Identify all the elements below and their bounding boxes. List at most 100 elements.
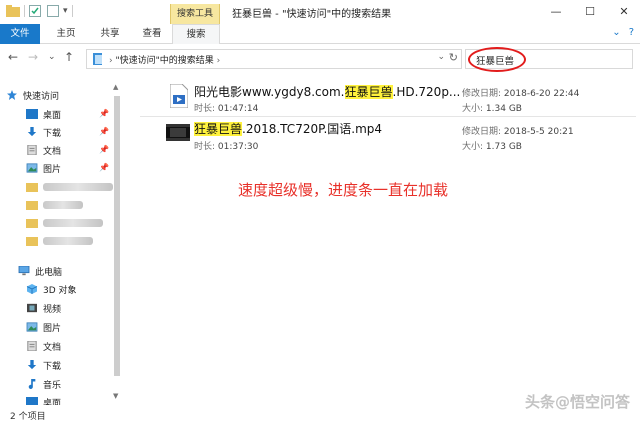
search-match-highlight: 狂暴巨兽 <box>194 122 243 136</box>
file-name: 狂暴巨兽.2018.TC720P.国语.mp4 <box>194 122 383 136</box>
file-modified: 修改日期: 2018-5-5 20:21 <box>462 127 574 137</box>
computer-icon <box>18 266 30 276</box>
tab-search[interactable]: 搜索 <box>172 24 220 44</box>
search-tools-context-tab: 搜索工具 <box>170 4 220 24</box>
nav-label: 下载 <box>43 128 62 139</box>
watermark: 头条@悟空问答 <box>524 393 630 411</box>
title-bar: ▾ 搜索工具 狂暴巨兽 - "快速访问"中的搜索结果 — ☐ ✕ <box>0 0 640 24</box>
nav-quick-access[interactable]: 快速访问 <box>6 86 59 104</box>
ribbon-tabs: 文件 主页 共享 查看 搜索 ⌄ ? <box>0 24 640 44</box>
help-icon[interactable]: ? <box>629 27 634 38</box>
divider <box>24 5 25 17</box>
refresh-icon[interactable]: ↻ <box>449 51 458 64</box>
search-query: 狂暴巨兽 <box>476 56 515 67</box>
folder-icon <box>26 219 38 228</box>
list-item[interactable]: 狂暴巨兽.2018.TC720P.国语.mp4 时长: 01:37:30 修改日… <box>160 117 632 161</box>
file-duration: 时长: 01:37:30 <box>194 142 259 152</box>
quick-access-toolbar: ▾ <box>6 5 77 17</box>
item-count: 2 个项目 <box>10 412 46 422</box>
navigation-pane: 快速访问 桌面 📌 下载 📌 文档 📌 图片 📌 此电脑 3D 对象 视频 图片… <box>0 80 124 409</box>
tab-file[interactable]: 文件 <box>0 24 40 44</box>
close-button[interactable]: ✕ <box>610 2 638 22</box>
video-icon <box>27 303 37 313</box>
tab-share[interactable]: 共享 <box>92 24 128 44</box>
blurred-label <box>43 219 103 227</box>
nav-item-redacted-folder[interactable] <box>26 178 113 196</box>
video-file-icon <box>170 84 188 108</box>
pin-icon: 📌 <box>99 109 109 118</box>
tab-view[interactable]: 查看 <box>134 24 170 44</box>
back-arrow-icon[interactable]: ← <box>8 50 18 64</box>
blurred-label <box>43 183 113 191</box>
breadcrumb-arrow-icon[interactable]: › <box>217 56 221 66</box>
breadcrumb[interactable]: "快速访问"中的搜索结果 <box>115 56 213 66</box>
file-size: 大小: 1.34 GB <box>462 104 522 114</box>
picture-icon <box>26 322 38 332</box>
nav-item-desktop[interactable]: 桌面 <box>26 105 61 123</box>
new-folder-icon[interactable] <box>47 5 59 17</box>
nav-item-redacted-folder[interactable] <box>26 196 83 214</box>
nav-item-downloads[interactable]: 下载 <box>26 123 61 141</box>
folder-icon <box>26 237 38 246</box>
nav-label: 音乐 <box>43 380 62 391</box>
blurred-label <box>43 237 93 245</box>
nav-item-downloads-pc[interactable]: 下载 <box>26 356 61 374</box>
nav-label: 图片 <box>43 323 62 334</box>
customize-chevron-icon[interactable]: ▾ <box>63 6 68 16</box>
scroll-up-icon[interactable]: ▲ <box>113 83 118 91</box>
nav-item-3d-objects[interactable]: 3D 对象 <box>26 280 77 298</box>
nav-this-pc[interactable]: 此电脑 <box>18 262 62 280</box>
address-row: ← → ⌄ ↑ › "快速访问"中的搜索结果 › ⌄ ↻ 狂暴巨兽 <box>0 46 640 72</box>
video-thumbnail-icon <box>166 124 190 141</box>
nav-label: 文档 <box>43 342 62 353</box>
blurred-label <box>43 201 83 209</box>
nav-item-redacted-folder[interactable] <box>26 232 93 250</box>
maximize-button[interactable]: ☐ <box>576 2 604 22</box>
tab-home[interactable]: 主页 <box>48 24 84 44</box>
nav-item-documents-pc[interactable]: 文档 <box>26 337 61 355</box>
nav-item-videos[interactable]: 视频 <box>26 299 61 317</box>
folder-icon[interactable] <box>6 5 20 17</box>
picture-icon <box>26 163 38 173</box>
expand-ribbon-chevron-icon[interactable]: ⌄ <box>612 27 620 38</box>
scrollbar-thumb[interactable] <box>114 96 120 376</box>
nav-scrollbar[interactable]: ▲ ▼ <box>112 83 122 402</box>
star-icon <box>7 90 17 100</box>
pin-icon: 📌 <box>99 127 109 136</box>
up-arrow-icon[interactable]: ↑ <box>64 50 74 64</box>
address-dropdown-icon[interactable]: ⌄ <box>437 52 445 62</box>
pin-icon: 📌 <box>99 163 109 172</box>
nav-item-pictures-pc[interactable]: 图片 <box>26 318 61 336</box>
recent-locations-chevron-icon[interactable]: ⌄ <box>48 52 56 62</box>
nav-item-redacted-folder[interactable] <box>26 214 103 232</box>
search-match-highlight: 狂暴巨兽 <box>344 85 393 99</box>
ribbon-controls: ⌄ ? <box>612 27 634 38</box>
properties-icon[interactable] <box>29 5 41 17</box>
nav-label: 文档 <box>43 146 62 157</box>
file-name: 阳光电影www.ygdy8.com.狂暴巨兽.HD.720p... <box>194 85 461 99</box>
search-input[interactable]: 狂暴巨兽 <box>465 47 633 72</box>
nav-label: 下载 <box>43 361 62 372</box>
nav-label: 桌面 <box>43 110 62 121</box>
address-bar[interactable]: › "快速访问"中的搜索结果 › ⌄ ↻ <box>86 49 462 69</box>
scroll-down-icon[interactable]: ▼ <box>113 392 118 400</box>
forward-arrow-icon[interactable]: → <box>28 50 38 64</box>
document-icon <box>27 341 37 351</box>
desktop-icon <box>26 109 38 119</box>
folder-icon <box>26 201 38 210</box>
nav-item-music[interactable]: 音乐 <box>26 375 61 393</box>
nav-label: 视频 <box>43 304 62 315</box>
nav-label: 3D 对象 <box>43 285 77 296</box>
search-results-icon <box>93 53 102 65</box>
minimize-button[interactable]: — <box>542 2 570 22</box>
nav-label: 图片 <box>43 164 62 175</box>
breadcrumb-separator-icon: › <box>109 56 113 66</box>
file-modified: 修改日期: 2018-6-20 22:44 <box>462 89 580 99</box>
folder-icon <box>26 183 38 192</box>
nav-label: 此电脑 <box>35 267 63 278</box>
divider <box>71 5 73 17</box>
nav-item-documents[interactable]: 文档 <box>26 141 61 159</box>
nav-item-pictures[interactable]: 图片 <box>26 159 61 177</box>
nav-label: 快速访问 <box>23 91 60 102</box>
music-note-icon <box>28 379 36 389</box>
